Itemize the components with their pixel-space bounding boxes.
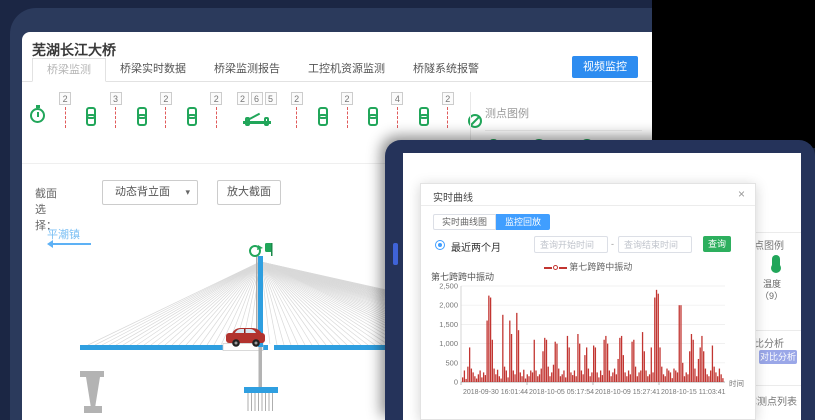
sensor-count-badge[interactable]: 2	[291, 92, 303, 105]
close-icon[interactable]: ×	[738, 187, 745, 201]
chain-link-icon	[85, 107, 95, 126]
sensor-count-badge[interactable]: 4	[391, 92, 403, 105]
popup-window-frame: 测点图例 温度 （9） 对比分析 对比分析 故障测点列表 实时曲线 × 实时曲线…	[385, 140, 815, 420]
legend-line-icon	[544, 267, 552, 269]
compare-analysis-button[interactable]: 对比分析	[759, 350, 797, 364]
chain-link-icon	[367, 107, 377, 126]
chain-link-icon	[136, 107, 146, 126]
svg-text:500: 500	[445, 358, 458, 367]
tab-bar: 桥梁监测桥梁实时数据桥梁监测报告工控机资源监测桥隧系统报警 视频监控	[22, 58, 652, 82]
page-title: 芜湖长江大桥	[32, 40, 116, 60]
query-button[interactable]: 查询	[703, 236, 731, 252]
sensor-point[interactable]: 2	[341, 92, 353, 128]
sensor-chain[interactable]	[418, 92, 428, 126]
tab-2[interactable]: 桥梁监测报告	[200, 58, 294, 82]
svg-text:2018-10-09 15:27:41: 2018-10-09 15:27:41	[595, 389, 660, 396]
zoom-section-button[interactable]: 放大截面	[217, 180, 281, 205]
sensor-count-badge[interactable]: 3	[110, 92, 122, 105]
tab-4[interactable]: 桥隧系统报警	[399, 58, 493, 82]
sensor-chain[interactable]	[186, 92, 196, 126]
radio-label: 最近两个月	[451, 239, 501, 254]
dialog-tabs: 实时曲线图 监控回放	[433, 214, 550, 230]
dashed-marker	[447, 107, 448, 128]
svg-text:1,500: 1,500	[439, 320, 458, 329]
tab-playback[interactable]: 监控回放	[496, 214, 550, 230]
svg-text:2018-09-30 16:01:44: 2018-09-30 16:01:44	[463, 389, 528, 396]
svg-text:2,500: 2,500	[439, 282, 458, 291]
vibration-chart: 2,500 2,000 1,500 1,000 500 0 2018-09-30 16:01…	[425, 280, 752, 416]
dashed-marker	[347, 107, 348, 128]
start-time-input[interactable]	[534, 236, 608, 253]
desktop-black-area	[652, 0, 815, 148]
sensor-point[interactable]: 3	[110, 92, 122, 128]
section-select[interactable]: 动态背立面	[102, 180, 198, 205]
svg-text:0: 0	[454, 378, 458, 387]
sensor-point[interactable]: 2	[291, 92, 303, 128]
sensor-count-badge[interactable]: 2	[341, 92, 353, 105]
dashed-marker	[115, 107, 116, 128]
tab-3[interactable]: 工控机资源监测	[294, 58, 399, 82]
chain-link-icon	[418, 107, 428, 126]
range-separator: -	[611, 239, 614, 249]
sensor-clock	[30, 92, 45, 123]
chain-link-icon	[186, 107, 196, 126]
svg-text:时间: 时间	[729, 378, 744, 388]
legend-label: 第七跨跨中振动	[569, 262, 632, 272]
tab-bar-tabs: 桥梁监测桥梁实时数据桥梁监测报告工控机资源监测桥隧系统报警	[32, 58, 652, 82]
sensor-count-badge[interactable]: 2	[210, 92, 222, 105]
temp-count: （9）	[760, 289, 783, 302]
sensor-chain[interactable]	[317, 92, 327, 126]
sensor-point[interactable]: 2	[59, 92, 71, 128]
sensor-point[interactable]: 2	[160, 92, 172, 128]
realtime-curve-dialog: 实时曲线 × 实时曲线图 监控回放 最近两个月 - 查询 第七跨跨中振动 第七跨…	[420, 183, 756, 420]
sensor-point[interactable]: 2	[210, 92, 222, 128]
sensor-count-badge[interactable]: 2	[59, 92, 71, 105]
tower-sensor-icons	[250, 243, 273, 256]
tab-realtime-curve[interactable]: 实时曲线图	[433, 214, 496, 230]
svg-text:1,000: 1,000	[439, 339, 458, 348]
dashed-marker	[296, 107, 297, 128]
sensor-count-badge[interactable]: 6	[251, 92, 263, 105]
dialog-titlebar: 实时曲线 ×	[421, 184, 755, 206]
tab-0[interactable]: 桥梁监测	[32, 58, 106, 82]
sensor-count-badge[interactable]: 2	[160, 92, 172, 105]
sensor-chain[interactable]	[367, 92, 377, 126]
sensor-cluster: 265	[237, 92, 277, 126]
recent-two-months-radio[interactable]	[435, 240, 445, 250]
sensor-point[interactable]: 4	[391, 92, 403, 128]
legend-panel-title: 测点图例	[485, 105, 642, 131]
sensor-point[interactable]: 2	[442, 92, 454, 128]
sensor-count-badge[interactable]: 5	[265, 92, 277, 105]
bridge-section-icon	[243, 109, 271, 126]
svg-text:2,000: 2,000	[439, 301, 458, 310]
end-time-input[interactable]	[618, 236, 692, 253]
dashed-marker	[165, 107, 166, 128]
sensor-chain[interactable]	[85, 92, 95, 126]
svg-text:2018-10-15 11:03:41: 2018-10-15 11:03:41	[661, 389, 726, 396]
dashed-marker	[397, 107, 398, 128]
sensor-count-badge[interactable]: 2	[442, 92, 454, 105]
thermometer-icon[interactable]	[772, 255, 780, 268]
left-pier	[80, 371, 104, 413]
dashed-marker	[216, 107, 217, 128]
scrollbar-thumb[interactable]	[393, 243, 398, 265]
legend-line-icon	[559, 267, 567, 269]
svg-text:2018-10-05 05:17:54: 2018-10-05 05:17:54	[529, 389, 594, 396]
legend-circle-icon	[553, 265, 558, 270]
popup-page: 测点图例 温度 （9） 对比分析 对比分析 故障测点列表 实时曲线 × 实时曲线…	[403, 153, 801, 420]
sensor-chain[interactable]	[136, 92, 146, 126]
sensor-count-badge[interactable]: 2	[237, 92, 249, 105]
tab-1[interactable]: 桥梁实时数据	[106, 58, 200, 82]
chain-link-icon	[317, 107, 327, 126]
dashed-marker	[65, 107, 66, 128]
sensor-row: 23222652242	[30, 92, 482, 140]
dialog-title: 实时曲线	[433, 189, 473, 204]
video-monitor-button[interactable]: 视频监控	[572, 56, 638, 78]
stopwatch-icon	[30, 108, 45, 123]
